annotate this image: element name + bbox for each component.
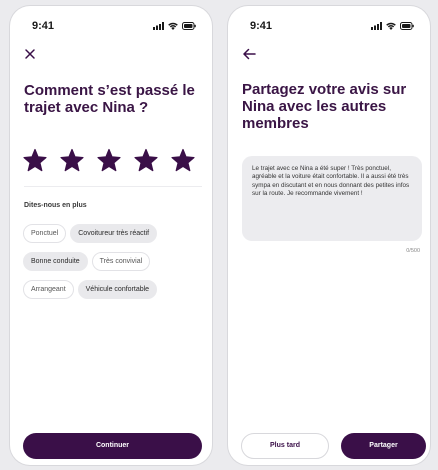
chip-row: Arrangeant Véhicule confortable	[23, 280, 208, 299]
star-icon[interactable]	[23, 148, 47, 172]
wifi-icon	[168, 22, 178, 30]
star-icon[interactable]	[60, 148, 84, 172]
chip-covoitureur-reactif[interactable]: Covoitureur très réactif	[70, 224, 158, 243]
character-counter: 0/500	[406, 248, 420, 254]
feedback-chips: Ponctuel Covoitureur très réactif Bonne …	[23, 224, 208, 308]
signal-icon	[371, 22, 382, 30]
continue-button[interactable]: Continuer	[23, 433, 202, 459]
chip-row: Bonne conduite Très convivial	[23, 252, 208, 271]
close-icon[interactable]	[24, 48, 38, 62]
chip-ponctuel[interactable]: Ponctuel	[23, 224, 67, 243]
later-button[interactable]: Plus tard	[241, 433, 329, 459]
chip-arrangeant[interactable]: Arrangeant	[23, 280, 74, 299]
status-bar: 9:41	[228, 20, 430, 34]
star-icon[interactable]	[134, 148, 158, 172]
chip-vehicule-confortable[interactable]: Véhicule confortable	[77, 280, 158, 299]
page-title: Partagez votre avis sur Nina avec les au…	[242, 81, 407, 132]
battery-icon	[400, 22, 414, 30]
review-screen: 9:41 Partagez votre avis sur Nina avec l…	[228, 6, 430, 465]
star-icon[interactable]	[171, 148, 195, 172]
back-arrow-icon[interactable]	[242, 48, 256, 62]
share-button[interactable]: Partager	[341, 433, 426, 459]
star-rating[interactable]	[23, 148, 195, 172]
battery-icon	[182, 22, 196, 30]
status-time: 9:41	[32, 20, 55, 32]
chip-bonne-conduite[interactable]: Bonne conduite	[23, 252, 88, 271]
status-icons	[371, 22, 414, 30]
status-icons	[153, 22, 196, 30]
rating-screen: 9:41 Comment s’est passé le trajet avec …	[10, 6, 212, 465]
review-textarea[interactable]: Le trajet avec ce Nina a été super ! Trè…	[242, 156, 422, 241]
chip-tres-convivial[interactable]: Très convivial	[91, 252, 151, 271]
status-bar: 9:41	[10, 20, 212, 34]
chip-row: Ponctuel Covoitureur très réactif	[23, 224, 208, 243]
status-time: 9:41	[250, 20, 273, 32]
wifi-icon	[386, 22, 396, 30]
section-label: Dites-nous en plus	[24, 202, 87, 209]
page-title: Comment s’est passé le trajet avec Nina …	[24, 82, 195, 116]
signal-icon	[153, 22, 164, 30]
divider	[24, 186, 202, 187]
star-icon[interactable]	[97, 148, 121, 172]
